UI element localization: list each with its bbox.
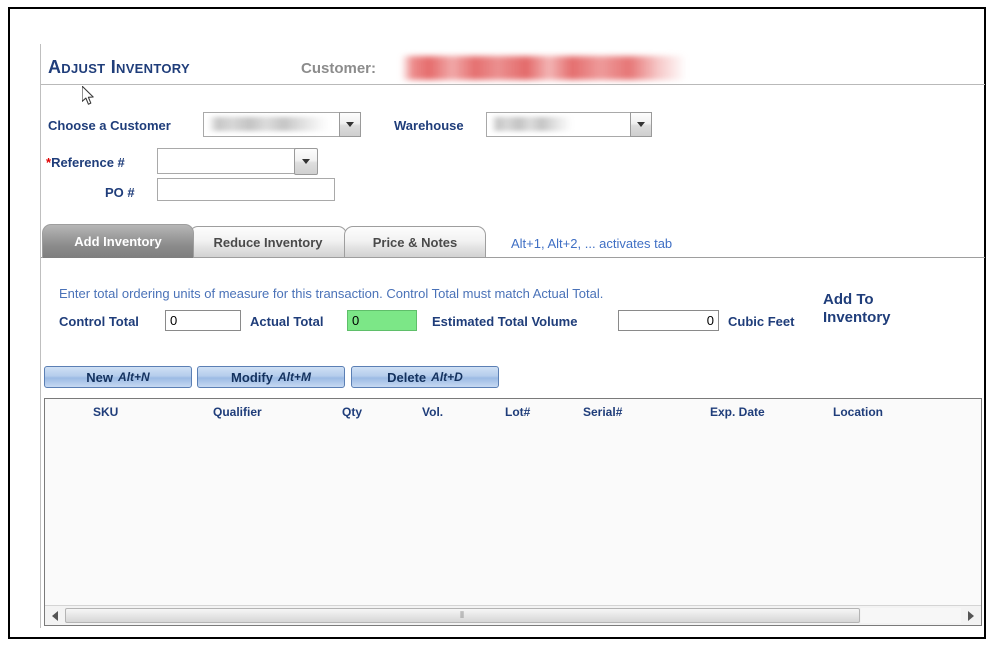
estimated-total-volume-label: Estimated Total Volume <box>432 314 578 329</box>
chevron-down-icon[interactable] <box>630 112 652 137</box>
actual-total-field <box>347 310 417 331</box>
warehouse-value-redacted <box>491 117 573 131</box>
tab-add-inventory[interactable]: Add Inventory <box>42 224 194 258</box>
scroll-right-arrow-icon[interactable] <box>962 606 980 625</box>
customer-label: Customer: <box>301 60 377 77</box>
page-title: Adjust Inventory <box>48 57 190 77</box>
page-content: Adjust Inventory Customer: Choose a Cust… <box>41 44 986 628</box>
column-header-exp-date[interactable]: Exp. Date <box>710 405 765 419</box>
add-to-inventory-line2: Inventory <box>823 309 891 326</box>
scroll-left-arrow-icon[interactable] <box>46 606 64 625</box>
modify-button-shortcut: Alt+M <box>277 370 311 384</box>
po-label: PO # <box>105 185 135 200</box>
grid-horizontal-scrollbar[interactable]: ⫴ <box>45 605 981 625</box>
new-button[interactable]: New Alt+N <box>44 366 192 388</box>
reference-label: *Reference # <box>46 155 125 170</box>
column-header-qualifier[interactable]: Qualifier <box>213 405 262 419</box>
header-divider <box>41 84 985 85</box>
reference-dropdown-button[interactable] <box>294 148 318 175</box>
customer-value-redacted <box>401 56 686 80</box>
column-header-serial[interactable]: Serial# <box>583 405 622 419</box>
cubic-feet-label: Cubic Feet <box>728 314 795 329</box>
tab-reduce-inventory[interactable]: Reduce Inventory <box>189 226 347 257</box>
column-header-qty[interactable]: Qty <box>342 405 362 419</box>
reference-input[interactable] <box>157 148 303 174</box>
grid-header-row: SKU Qualifier Qty Vol. Lot# Serial# Exp.… <box>45 399 981 425</box>
chevron-down-icon[interactable] <box>339 112 361 137</box>
chevron-down-icon <box>302 159 310 164</box>
tab-panel-add-inventory: Enter total ordering units of measure fo… <box>41 257 985 628</box>
column-header-sku[interactable]: SKU <box>93 405 118 419</box>
tab-price-notes[interactable]: Price & Notes <box>344 226 486 257</box>
tab-label: Price & Notes <box>372 234 458 250</box>
grid-body <box>45 425 981 603</box>
tab-shortcut-hint: Alt+1, Alt+2, ... activates tab <box>511 236 673 251</box>
panel-instruction: Enter total ordering units of measure fo… <box>59 286 604 301</box>
choose-customer-label: Choose a Customer <box>48 118 171 133</box>
reference-label-text: Reference # <box>51 155 125 170</box>
delete-button-label: Delete <box>387 369 427 385</box>
add-to-inventory-heading: Add To Inventory <box>823 291 953 327</box>
modify-button-label: Modify <box>231 369 273 385</box>
column-header-lot[interactable]: Lot# <box>505 405 530 419</box>
warehouse-select[interactable] <box>486 112 652 137</box>
new-button-label: New <box>86 369 114 385</box>
application-window: Adjust Inventory Customer: Choose a Cust… <box>0 0 994 646</box>
tab-label: Add Inventory <box>74 234 162 249</box>
po-input[interactable] <box>157 178 335 201</box>
tab-label: Reduce Inventory <box>213 234 323 250</box>
scrollbar-grip-icon: ⫴ <box>460 610 465 620</box>
control-total-input[interactable] <box>165 310 241 331</box>
warehouse-label: Warehouse <box>394 118 464 133</box>
column-header-vol[interactable]: Vol. <box>422 405 443 419</box>
control-total-label: Control Total <box>59 314 139 329</box>
modify-button[interactable]: Modify Alt+M <box>197 366 345 388</box>
choose-customer-value-redacted <box>208 117 330 131</box>
estimated-total-volume-input[interactable] <box>618 310 719 331</box>
new-button-shortcut: Alt+N <box>118 370 150 384</box>
scrollbar-track[interactable] <box>861 608 961 623</box>
actual-total-label: Actual Total <box>250 314 324 329</box>
delete-button-shortcut: Alt+D <box>431 370 463 384</box>
delete-button[interactable]: Delete Alt+D <box>351 366 499 388</box>
add-to-inventory-line1: Add To <box>823 291 874 308</box>
choose-customer-select[interactable] <box>203 112 361 137</box>
column-header-location[interactable]: Location <box>833 405 883 419</box>
inventory-grid: SKU Qualifier Qty Vol. Lot# Serial# Exp.… <box>44 398 982 626</box>
scrollbar-thumb[interactable]: ⫴ <box>65 608 860 623</box>
